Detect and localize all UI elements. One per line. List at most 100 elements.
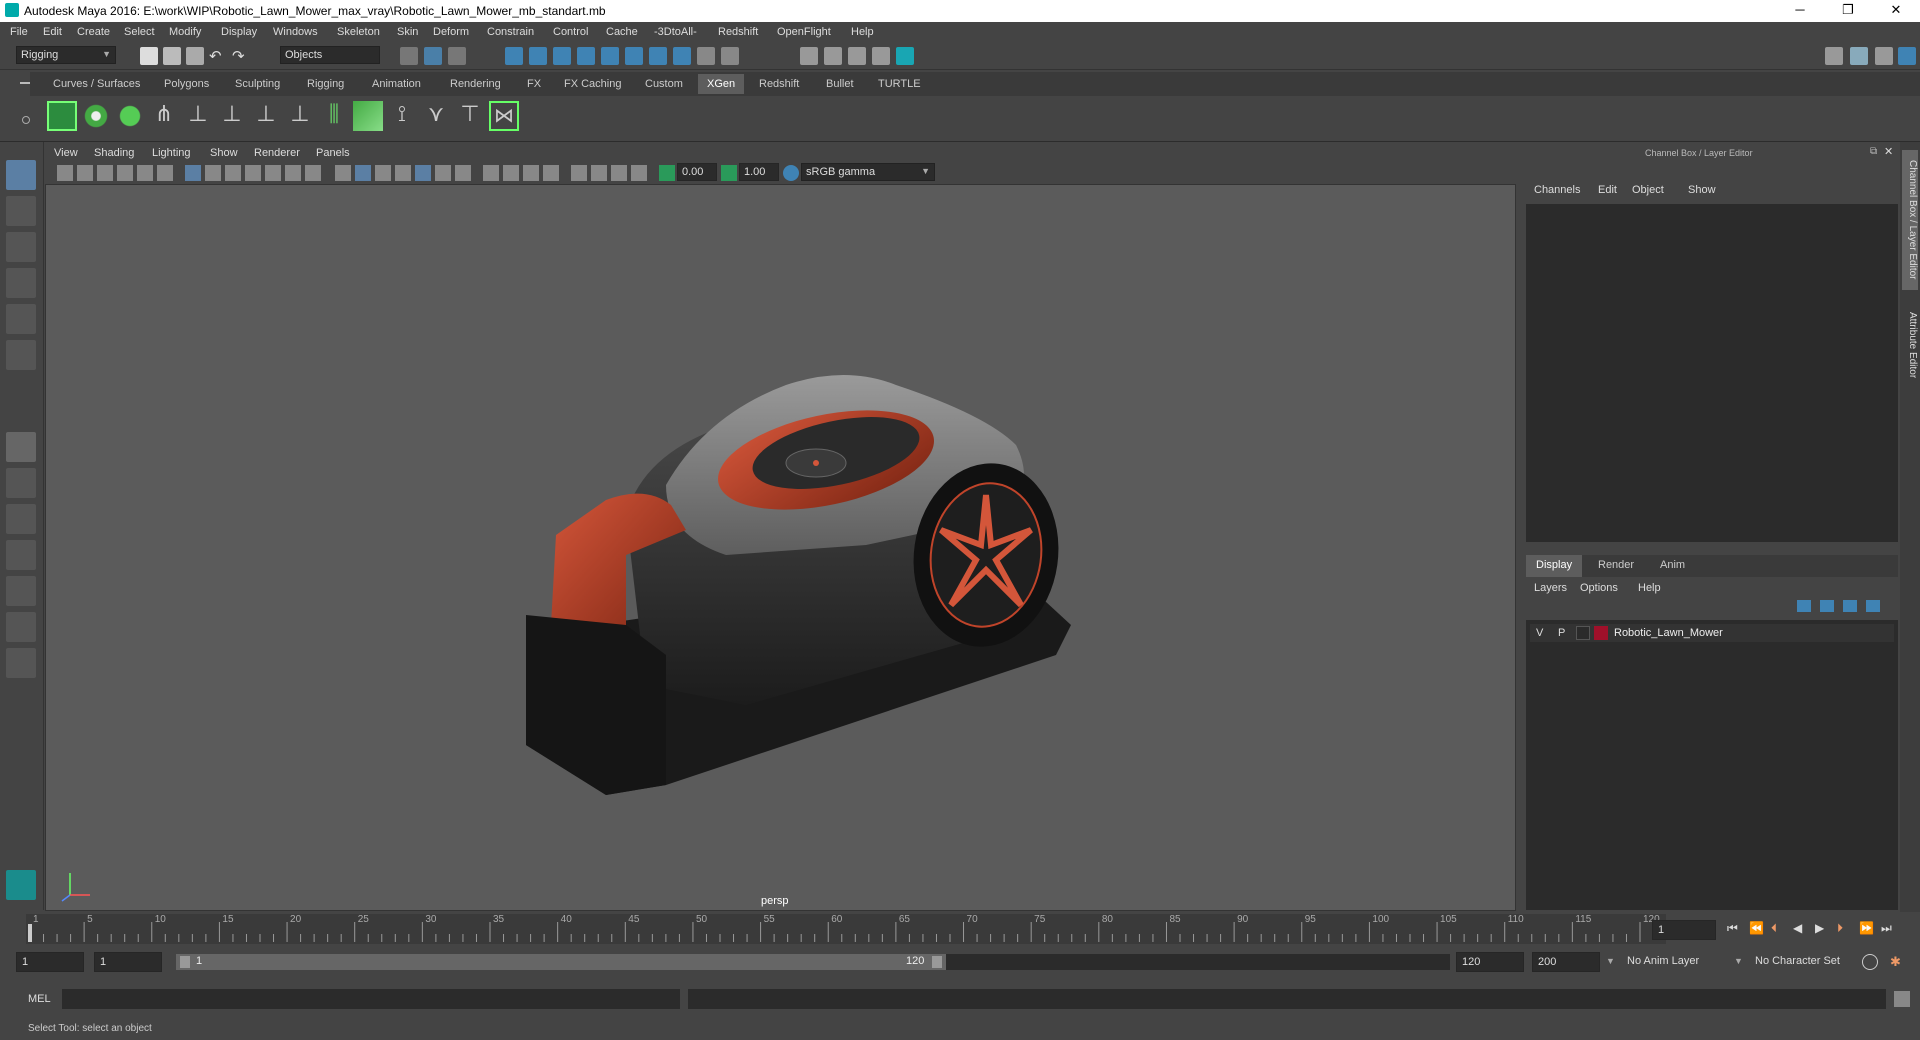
- le-menu-help[interactable]: Help: [1638, 582, 1661, 594]
- new-scene-icon[interactable]: [140, 47, 158, 65]
- use-all-lights-icon[interactable]: [435, 165, 451, 181]
- grid-icon[interactable]: [185, 165, 201, 181]
- snap-grid-icon[interactable]: [505, 47, 523, 65]
- playback-end-field[interactable]: 120: [1456, 952, 1524, 972]
- mode-selector[interactable]: Rigging ▼: [16, 46, 116, 64]
- snap-live-icon[interactable]: [601, 47, 619, 65]
- menu-display[interactable]: Display: [221, 26, 257, 38]
- xgen-guide-sculpt-icon[interactable]: ⫼: [319, 101, 349, 131]
- menu-file[interactable]: File: [10, 26, 28, 38]
- bookmark-icon[interactable]: [97, 165, 113, 181]
- menu-3dtoall[interactable]: -3DtoAll-: [654, 26, 697, 38]
- xgen-grooming-icon[interactable]: ⋔: [149, 101, 179, 131]
- exposure-icon[interactable]: [659, 165, 675, 181]
- smooth-shade-icon[interactable]: [355, 165, 371, 181]
- construction-icon[interactable]: [649, 47, 667, 65]
- step-back-key-icon[interactable]: ⏴: [1771, 921, 1777, 936]
- layer-color-swatch[interactable]: [1594, 626, 1608, 640]
- persp-outliner-layout-icon[interactable]: [6, 504, 36, 534]
- float-icon[interactable]: ⧉: [1870, 146, 1877, 157]
- history-icon[interactable]: [625, 47, 643, 65]
- perspective-viewport[interactable]: persp: [45, 184, 1516, 911]
- persp-script-layout-icon[interactable]: [6, 576, 36, 606]
- input-output-icon[interactable]: [721, 47, 739, 65]
- le-menu-options[interactable]: Options: [1580, 582, 1618, 594]
- render-view-icon[interactable]: [800, 47, 818, 65]
- tab-turtle[interactable]: TURTLE: [878, 78, 921, 90]
- camera-attr-icon[interactable]: [77, 165, 93, 181]
- depth-of-field-icon[interactable]: [543, 165, 559, 181]
- play-backward-icon[interactable]: ◀: [1793, 921, 1802, 935]
- xgen-guide-add-icon[interactable]: ⊥: [183, 101, 213, 131]
- side-tab-channel-box[interactable]: Channel Box / Layer Editor: [1902, 150, 1918, 290]
- safe-title-icon[interactable]: [305, 165, 321, 181]
- vp-menu-show[interactable]: Show: [210, 147, 238, 159]
- xgen-layer-icon[interactable]: [353, 101, 383, 131]
- menu-cache[interactable]: Cache: [606, 26, 638, 38]
- minimize-button[interactable]: ─: [1780, 2, 1820, 17]
- tab-curves-surfaces[interactable]: Curves / Surfaces: [53, 78, 140, 90]
- xray-joints-icon[interactable]: [611, 165, 627, 181]
- range-bar[interactable]: 1 120: [176, 954, 946, 970]
- vp-menu-lighting[interactable]: Lighting: [152, 147, 191, 159]
- playback-start-field[interactable]: 1: [94, 952, 162, 972]
- side-tab-attribute-editor[interactable]: Attribute Editor: [1902, 300, 1918, 390]
- 2d-pan-zoom-icon[interactable]: [137, 165, 153, 181]
- step-forward-key-icon[interactable]: ⏵: [1837, 921, 1843, 936]
- scale-tool-icon[interactable]: [6, 340, 36, 370]
- grease-pencil-icon[interactable]: [157, 165, 173, 181]
- maya-home-icon[interactable]: [6, 870, 36, 900]
- color-management-icon[interactable]: [783, 165, 799, 181]
- camera-select-icon[interactable]: [57, 165, 73, 181]
- four-view-layout-icon[interactable]: [6, 468, 36, 498]
- xgen-guide-lock-icon[interactable]: ⊥: [285, 101, 315, 131]
- current-frame-field[interactable]: 1: [1652, 920, 1716, 940]
- motion-blur-icon[interactable]: [503, 165, 519, 181]
- new-layer-icon[interactable]: [1843, 600, 1857, 612]
- xgen-attr-icon[interactable]: ⟟: [387, 101, 417, 131]
- xray-components-icon[interactable]: [631, 165, 647, 181]
- tab-display[interactable]: Display: [1526, 555, 1583, 577]
- xray-icon[interactable]: [591, 165, 607, 181]
- go-to-end-icon[interactable]: ⏭: [1881, 921, 1892, 936]
- cb-menu-object[interactable]: Object: [1632, 184, 1664, 196]
- step-back-icon[interactable]: ⏪: [1749, 921, 1764, 935]
- xgen-guide-view-icon[interactable]: ⊥: [251, 101, 281, 131]
- tab-fx-caching[interactable]: FX Caching: [564, 78, 621, 90]
- animation-prefs-icon[interactable]: ✱: [1890, 954, 1906, 970]
- color-space-selector[interactable]: sRGB gamma ▼: [801, 163, 935, 181]
- restore-button[interactable]: ❐: [1828, 2, 1868, 18]
- close-panel-icon[interactable]: ✕: [1884, 145, 1893, 158]
- menu-modify[interactable]: Modify: [169, 26, 201, 38]
- outliner-layout-icon[interactable]: [6, 648, 36, 678]
- tab-anim[interactable]: Anim: [1660, 559, 1685, 571]
- gate-mask-icon[interactable]: [245, 165, 261, 181]
- film-gate-icon[interactable]: [205, 165, 221, 181]
- snap-curve-icon[interactable]: [529, 47, 547, 65]
- ipr-render-icon[interactable]: [848, 47, 866, 65]
- attribute-editor-toggle-icon[interactable]: [1898, 47, 1916, 65]
- undo-icon[interactable]: ↶: [209, 47, 227, 65]
- tab-fx[interactable]: FX: [527, 78, 541, 90]
- tab-rigging[interactable]: Rigging: [307, 78, 344, 90]
- go-to-start-icon[interactable]: ⏮: [1727, 921, 1738, 936]
- tool-settings-icon[interactable]: [1875, 47, 1893, 65]
- default-material-icon[interactable]: [395, 165, 411, 181]
- gamma-field[interactable]: 1.00: [739, 163, 779, 181]
- move-layer-down-icon[interactable]: [1820, 600, 1834, 612]
- menu-edit[interactable]: Edit: [43, 26, 62, 38]
- vp-menu-panels[interactable]: Panels: [316, 147, 350, 159]
- textured-icon[interactable]: [415, 165, 431, 181]
- render-current-icon[interactable]: [824, 47, 842, 65]
- resolution-gate-icon[interactable]: [225, 165, 241, 181]
- channel-box-area[interactable]: [1526, 204, 1898, 542]
- menu-deform[interactable]: Deform: [433, 26, 469, 38]
- time-slider[interactable]: 1 5 10 15 20 25 30 35 40 45 50 55 60 65 70 75 80 85 90 95 10…: [0, 912, 1920, 946]
- cb-menu-edit[interactable]: Edit: [1598, 184, 1617, 196]
- tab-polygons[interactable]: Polygons: [164, 78, 209, 90]
- cb-menu-show[interactable]: Show: [1688, 184, 1716, 196]
- range-handle-end[interactable]: [932, 956, 942, 968]
- ambient-occlusion-icon[interactable]: [483, 165, 499, 181]
- hypershade-layout-icon[interactable]: [6, 612, 36, 642]
- select-component-icon[interactable]: [448, 47, 466, 65]
